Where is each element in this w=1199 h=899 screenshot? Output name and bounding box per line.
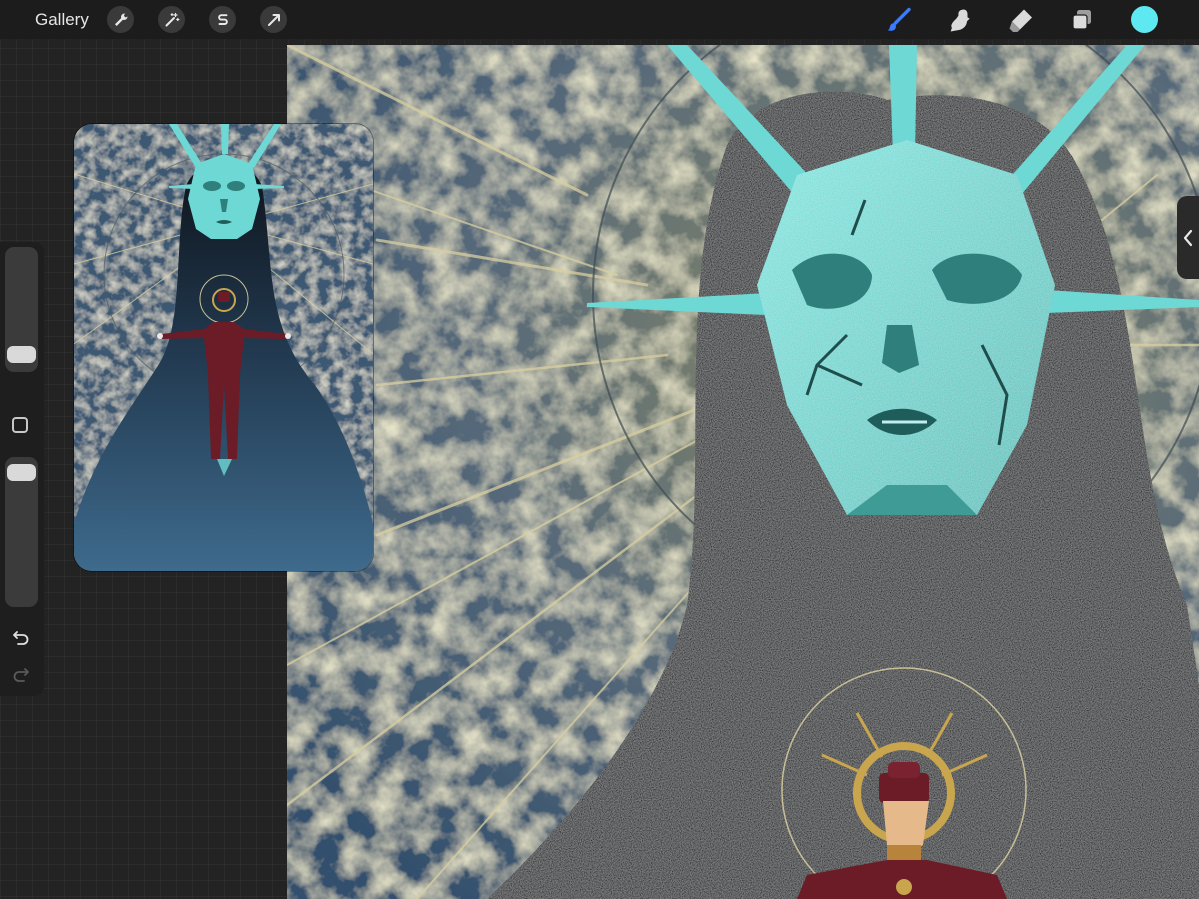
transform-button[interactable]: [260, 6, 287, 33]
wrench-icon: [114, 13, 127, 26]
layers-button[interactable]: [1067, 5, 1097, 35]
layers-icon: [1072, 10, 1091, 30]
brush-tool-button[interactable]: [884, 5, 914, 35]
color-picker-swatch[interactable]: [1131, 6, 1158, 33]
magic-wand-icon: [165, 12, 179, 26]
smudge-tool-button[interactable]: [945, 5, 975, 35]
undo-arrow-icon: [13, 631, 29, 645]
modify-button[interactable]: [12, 417, 28, 433]
left-sidebar: [0, 242, 44, 696]
right-edge-tab[interactable]: [1177, 196, 1199, 279]
undo-button[interactable]: [10, 627, 32, 649]
selection-s-icon: [217, 13, 228, 25]
eraser-tool-button[interactable]: [1006, 5, 1036, 35]
brush-size-thumb[interactable]: [7, 345, 36, 363]
gallery-button[interactable]: Gallery: [35, 10, 89, 29]
actions-wrench-button[interactable]: [107, 6, 134, 33]
brush-icon: [887, 7, 911, 31]
opacity-slider[interactable]: [5, 457, 38, 607]
canvas-artwork: [287, 45, 1199, 899]
artwork-canvas[interactable]: [287, 45, 1199, 899]
redo-arrow-icon: [13, 668, 29, 682]
selection-button[interactable]: [209, 6, 236, 33]
eraser-icon: [1009, 9, 1032, 32]
reference-window[interactable]: [74, 124, 373, 571]
opacity-thumb[interactable]: [7, 464, 36, 482]
brush-size-slider[interactable]: [5, 247, 38, 372]
arrow-cursor-icon: [267, 13, 280, 26]
top-toolbar: Gallery: [0, 0, 1199, 39]
redo-button[interactable]: [10, 664, 32, 686]
smudge-finger-icon: [950, 9, 970, 32]
adjustments-button[interactable]: [158, 6, 185, 33]
reference-image: [74, 124, 373, 571]
chevron-left-icon: [1183, 229, 1193, 246]
